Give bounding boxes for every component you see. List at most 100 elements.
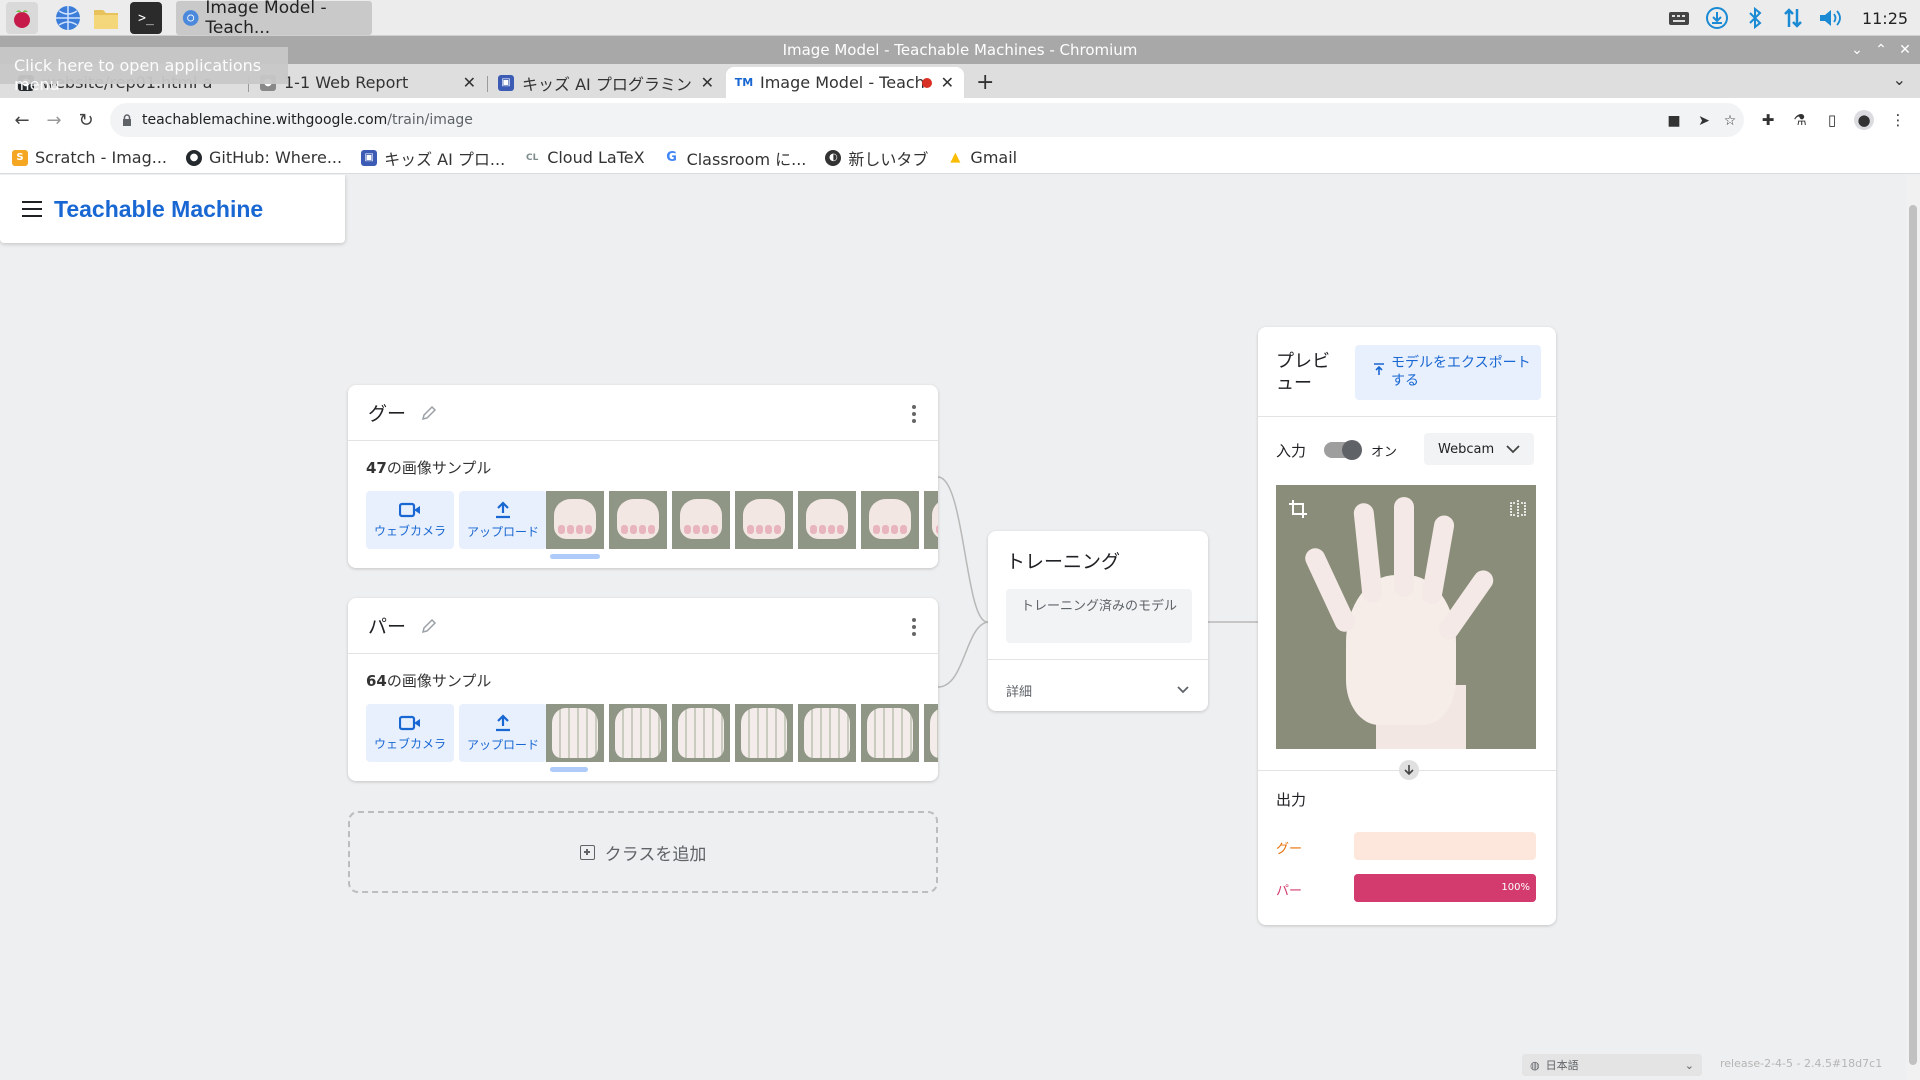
address-bar[interactable]: teachablemachine.withgoogle.com/train/im… bbox=[110, 103, 1744, 137]
class-name[interactable]: グー bbox=[368, 399, 406, 426]
toolbar: ← → ↻ teachablemachine.withgoogle.com/tr… bbox=[0, 98, 1920, 142]
input-toggle[interactable] bbox=[1324, 440, 1362, 460]
class-options-icon[interactable] bbox=[912, 405, 916, 423]
send-icon[interactable]: ➤ bbox=[1694, 111, 1714, 131]
tab-close-icon[interactable]: ✕ bbox=[941, 73, 954, 92]
chevron-down-icon: ⌄ bbox=[1684, 1058, 1694, 1072]
thumbnail-scrollbar[interactable] bbox=[550, 767, 588, 772]
sample-thumbnail[interactable] bbox=[546, 704, 604, 762]
tab-close-icon[interactable]: ✕ bbox=[463, 73, 476, 92]
tab-image-model[interactable]: TM Image Model - Teach ✕ bbox=[726, 67, 964, 98]
sample-thumbnails bbox=[546, 704, 938, 762]
bookmark-cloud-latex[interactable]: CL Cloud LaTeX bbox=[524, 148, 645, 167]
language-select[interactable]: ◍ 日本語 ⌄ bbox=[1522, 1054, 1702, 1076]
webcam-button[interactable]: ウェブカメラ bbox=[366, 491, 454, 549]
window-controls: ⌄ ⌃ ✕ bbox=[1848, 36, 1914, 64]
sample-thumbnail[interactable] bbox=[735, 491, 793, 549]
input-label: 入力 bbox=[1276, 442, 1307, 460]
labs-icon[interactable]: ⚗ bbox=[1790, 110, 1810, 130]
output-class-name: パー bbox=[1276, 884, 1303, 899]
forward-icon[interactable]: → bbox=[42, 108, 66, 132]
updates-download-icon[interactable] bbox=[1698, 0, 1736, 36]
kids-ai-favicon-icon: ▣ bbox=[498, 74, 514, 91]
network-icon[interactable] bbox=[1774, 0, 1812, 36]
fingernail bbox=[558, 525, 565, 534]
crop-icon[interactable] bbox=[1288, 499, 1308, 519]
clock[interactable]: 11:25 bbox=[1850, 9, 1920, 28]
sample-thumbnail[interactable] bbox=[861, 491, 919, 549]
advanced-toggle[interactable]: 詳細 bbox=[1006, 681, 1032, 700]
more-options-icon[interactable]: ⋮ bbox=[1888, 110, 1908, 130]
os-taskbar: >_ Image Model - Teach... 11:25 bbox=[0, 0, 1920, 38]
sample-thumbnail[interactable] bbox=[672, 491, 730, 549]
fingernail bbox=[684, 525, 691, 534]
hand-finger bbox=[1352, 502, 1384, 604]
chevron-down-icon[interactable] bbox=[1176, 683, 1190, 697]
edit-pencil-icon[interactable] bbox=[420, 617, 438, 635]
webcam-button[interactable]: ウェブカメラ bbox=[366, 704, 454, 762]
bookmark-star-icon[interactable]: ☆ bbox=[1720, 111, 1740, 131]
sample-thumbnail[interactable] bbox=[924, 491, 938, 549]
sample-thumbnail[interactable] bbox=[609, 491, 667, 549]
export-model-button[interactable]: モデルをエクスポートする bbox=[1355, 345, 1541, 400]
bookmark-gmail[interactable]: ▲ Gmail bbox=[947, 148, 1017, 167]
url-text[interactable]: teachablemachine.withgoogle.com/train/im… bbox=[142, 112, 473, 128]
new-tab-button[interactable]: + bbox=[976, 70, 994, 95]
sample-thumbnail[interactable] bbox=[735, 704, 793, 762]
file-manager-icon[interactable] bbox=[90, 2, 122, 34]
reload-icon[interactable]: ↻ bbox=[74, 108, 98, 132]
add-class-button[interactable]: クラスを追加 bbox=[348, 811, 938, 893]
sample-thumbnail[interactable] bbox=[798, 704, 856, 762]
edit-pencil-icon[interactable] bbox=[420, 404, 438, 422]
profile-icon[interactable]: ● bbox=[1854, 110, 1874, 130]
class-name[interactable]: パー bbox=[368, 612, 406, 639]
bookmark-kids-ai[interactable]: ▣ キッズ AI プロ... bbox=[361, 146, 505, 170]
sample-thumbnail[interactable] bbox=[861, 704, 919, 762]
scrollbar-thumb[interactable] bbox=[1909, 205, 1917, 1065]
upload-button[interactable]: アップロード bbox=[459, 491, 547, 549]
bookmark-classroom[interactable]: G Classroom に... bbox=[663, 146, 806, 170]
bookmark-label: Gmail bbox=[970, 148, 1018, 167]
fingernail bbox=[747, 525, 754, 534]
back-icon[interactable]: ← bbox=[10, 108, 34, 132]
sample-thumbnail[interactable] bbox=[546, 491, 604, 549]
flip-icon[interactable] bbox=[1508, 499, 1528, 519]
preview-card: プレビュー モデルをエクスポートする 入力 オン Webcam 出力 グー パー… bbox=[1258, 327, 1556, 925]
tab-close-icon[interactable]: ✕ bbox=[701, 73, 714, 92]
bookmark-new-tab[interactable]: ◐ 新しいタブ bbox=[825, 146, 928, 170]
bookmark-scratch[interactable]: S Scratch - Imag... bbox=[12, 148, 167, 167]
maximize-icon[interactable]: ⌃ bbox=[1872, 36, 1890, 64]
extensions-icon[interactable]: ✚ bbox=[1758, 110, 1778, 130]
raspberry-menu-icon[interactable] bbox=[6, 2, 38, 34]
bookmark-github[interactable]: ● GitHub: Where... bbox=[186, 148, 342, 167]
sample-thumbnail[interactable] bbox=[609, 704, 667, 762]
train-model-button[interactable]: トレーニング済みのモデル bbox=[1006, 589, 1192, 643]
close-window-icon[interactable]: ✕ bbox=[1896, 36, 1914, 64]
sample-thumbnail[interactable] bbox=[672, 704, 730, 762]
volume-icon[interactable] bbox=[1812, 0, 1850, 36]
fingernail bbox=[819, 525, 826, 534]
taskbar-task-chromium[interactable]: Image Model - Teach... bbox=[176, 0, 372, 38]
tab-kids-ai[interactable]: ▣ キッズ AI プログラミング ✕ bbox=[488, 67, 724, 98]
page-scrollbar[interactable] bbox=[1906, 175, 1920, 1080]
input-source-select[interactable]: Webcam bbox=[1424, 433, 1534, 465]
side-panel-icon[interactable]: ▯ bbox=[1822, 110, 1842, 130]
add-class-label: クラスを追加 bbox=[604, 844, 707, 865]
fingernail bbox=[702, 525, 709, 534]
fingernail bbox=[639, 525, 646, 534]
sample-thumbnail[interactable] bbox=[924, 704, 938, 762]
thumbnail-scrollbar[interactable] bbox=[550, 554, 600, 559]
minimize-icon[interactable]: ⌄ bbox=[1848, 36, 1866, 64]
sample-thumbnail[interactable] bbox=[798, 491, 856, 549]
lock-icon[interactable] bbox=[122, 114, 132, 126]
web-browser-launcher-icon[interactable] bbox=[52, 2, 84, 34]
camera-in-use-icon[interactable]: ■ bbox=[1664, 111, 1684, 131]
language-value: 日本語 bbox=[1545, 1059, 1579, 1072]
tab-search-icon[interactable]: ⌄ bbox=[1893, 70, 1906, 89]
terminal-icon[interactable]: >_ bbox=[130, 2, 162, 34]
bluetooth-icon[interactable] bbox=[1736, 0, 1774, 36]
class-options-icon[interactable] bbox=[912, 618, 916, 636]
upload-button[interactable]: アップロード bbox=[459, 704, 547, 762]
keyboard-icon[interactable] bbox=[1660, 0, 1698, 36]
taskbar-task-label: Image Model - Teach... bbox=[205, 0, 327, 38]
